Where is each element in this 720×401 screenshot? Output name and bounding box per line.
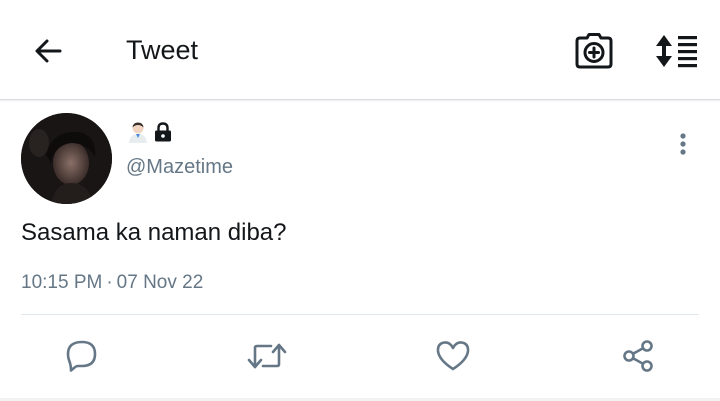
sort-button[interactable]: [652, 29, 700, 73]
reply-button[interactable]: [62, 336, 102, 376]
more-vertical-icon: [680, 133, 686, 155]
retweet-icon: [247, 343, 287, 369]
person-emoji-icon: [129, 122, 147, 143]
tweet-timestamp: 10:15 PM · 07 Nov 22: [21, 271, 203, 295]
tweet-detail-screen: Tweet @Mazetime Sasama ka naman diba? 10…: [0, 0, 720, 401]
display-name[interactable]: [128, 121, 172, 143]
reply-icon: [66, 340, 97, 372]
timestamp-separator: ·: [106, 272, 113, 293]
sort-list-icon: [656, 35, 697, 68]
page-title: Tweet: [126, 35, 199, 65]
avatar[interactable]: [21, 113, 112, 204]
retweet-button[interactable]: [247, 336, 287, 376]
like-button[interactable]: [433, 336, 473, 376]
share-icon: [623, 340, 653, 372]
back-button[interactable]: [28, 31, 68, 71]
more-options-button[interactable]: [668, 128, 698, 160]
camera-plus-icon: [575, 33, 613, 69]
arrow-left-icon: [35, 39, 62, 63]
camera-button[interactable]: [572, 29, 616, 73]
heart-icon: [436, 341, 470, 371]
tweet-text: Sasama ka naman diba?: [21, 219, 287, 246]
top-app-bar: Tweet: [0, 0, 720, 100]
lock-icon: [155, 122, 171, 142]
share-button[interactable]: [618, 336, 658, 376]
user-handle[interactable]: @Mazetime: [126, 155, 233, 179]
divider: [21, 314, 699, 315]
avatar-photo: [21, 113, 112, 204]
tweet-time: 10:15 PM: [21, 272, 103, 293]
tweet-date: 07 Nov 22: [116, 272, 204, 293]
